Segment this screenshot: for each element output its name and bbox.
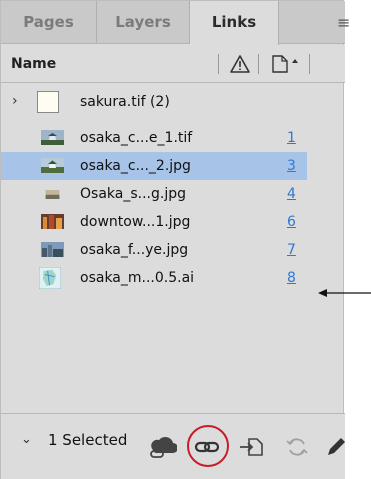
list-item[interactable]: osaka_m...0.5.ai 8 [1, 264, 307, 292]
link-page-number[interactable]: 1 [287, 124, 296, 152]
header-divider [309, 54, 310, 74]
tab-pages[interactable]: Pages [1, 1, 97, 44]
list-item[interactable]: Osaka_s...g.jpg 4 [1, 180, 307, 208]
panel-tab-bar: Pages Layers Links ≡ [1, 1, 350, 45]
chevron-down-icon[interactable]: ⌄ [21, 432, 32, 447]
cc-libraries-link-icon[interactable] [147, 414, 177, 479]
link-name: osaka_c...e_1.tif [80, 130, 193, 146]
link-name: osaka_m...0.5.ai [80, 270, 195, 286]
skyline-thumbnail-icon [45, 190, 60, 199]
link-page-number[interactable]: 7 [287, 236, 296, 264]
annotation-arrow [318, 289, 371, 297]
update-link-icon[interactable] [282, 414, 312, 479]
warning-triangle-icon[interactable] [229, 54, 251, 74]
city-day-thumbnail-icon [41, 242, 64, 257]
link-page-number[interactable]: 4 [287, 180, 296, 208]
list-item[interactable]: osaka_c...e_1.tif 1 [1, 124, 307, 152]
list-item[interactable]: osaka_c..._2.jpg 3 [1, 152, 307, 180]
link-name: sakura.tif (2) [80, 94, 170, 110]
hamburger-menu-icon[interactable]: ≡ [337, 1, 351, 44]
column-header: Name [1, 45, 345, 83]
map-thumbnail-icon [39, 267, 61, 289]
link-name: osaka_f...ye.jpg [80, 242, 189, 258]
chevron-right-icon[interactable]: › [12, 93, 18, 109]
link-name: downtow...1.jpg [80, 214, 191, 230]
highlight-circle [187, 425, 229, 467]
link-page-number[interactable]: 6 [287, 208, 296, 236]
link-page-number[interactable]: 3 [287, 152, 296, 180]
list-item[interactable]: osaka_f...ye.jpg 7 [1, 236, 307, 264]
header-divider [218, 54, 219, 74]
tab-layers[interactable]: Layers [97, 1, 190, 44]
castle-thumbnail-icon [41, 130, 64, 145]
panel-footer: ⌄ 1 Selected [1, 413, 345, 479]
selection-status: 1 Selected [48, 431, 128, 449]
city-night-thumbnail-icon [41, 214, 64, 229]
link-name: Osaka_s...g.jpg [80, 186, 186, 202]
edit-original-icon[interactable] [322, 414, 352, 479]
link-name: osaka_c..._2.jpg [80, 158, 191, 174]
name-column-header[interactable]: Name [11, 45, 56, 83]
list-item[interactable]: downtow...1.jpg 6 [1, 208, 307, 236]
link-page-number[interactable]: 8 [287, 264, 296, 292]
header-divider [258, 54, 259, 74]
go-to-link-icon[interactable] [237, 414, 267, 479]
blank-thumbnail-icon [37, 91, 59, 113]
castle-thumbnail-icon [41, 158, 64, 173]
links-panel: Pages Layers Links ≡ Name › sakura.tif (… [0, 0, 350, 479]
list-item[interactable]: › sakura.tif (2) [1, 88, 307, 116]
tab-links[interactable]: Links [190, 1, 279, 45]
page-sort-icon[interactable] [270, 53, 302, 75]
